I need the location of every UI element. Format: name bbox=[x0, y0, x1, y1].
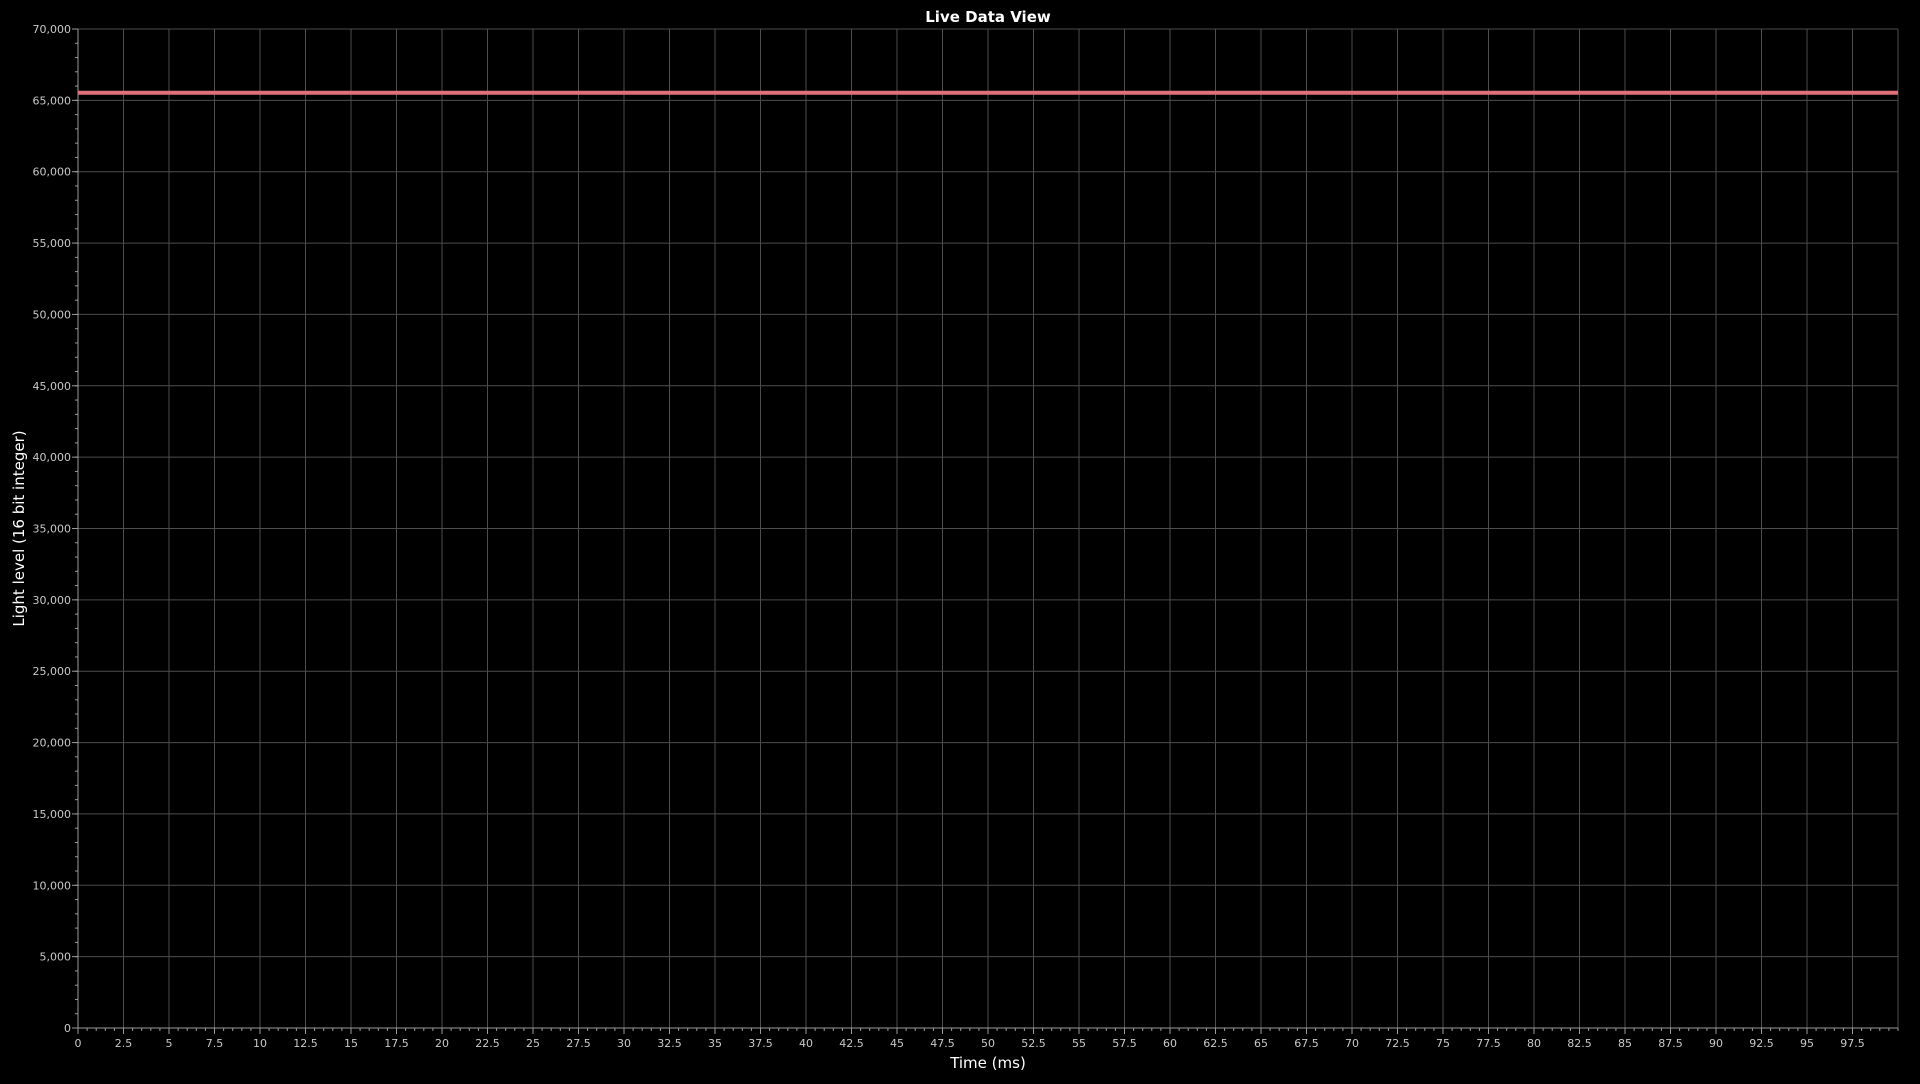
y-tick-label: 40,000 bbox=[33, 451, 72, 464]
x-tick-label: 50 bbox=[981, 1037, 995, 1050]
x-tick-label: 90 bbox=[1709, 1037, 1723, 1050]
x-tick-label: 35 bbox=[708, 1037, 722, 1050]
x-tick-label: 42.5 bbox=[839, 1037, 864, 1050]
chart-container: 0 5,000 10,000 15,000 20,000 25,000 30,000 35,0… bbox=[0, 0, 1920, 1080]
y-axis-label: Light level (16 bit integer) bbox=[10, 430, 28, 626]
x-tick-label: 52.5 bbox=[1021, 1037, 1046, 1050]
x-tick-label: 20 bbox=[435, 1037, 449, 1050]
x-tick-label: 5 bbox=[166, 1037, 173, 1050]
x-tick-label: 65 bbox=[1254, 1037, 1268, 1050]
x-tick-label: 12.5 bbox=[293, 1037, 318, 1050]
x-tick-label: 95 bbox=[1800, 1037, 1814, 1050]
x-tick-label: 27.5 bbox=[566, 1037, 591, 1050]
x-tick-label: 30 bbox=[617, 1037, 631, 1050]
x-tick-label: 55 bbox=[1072, 1037, 1086, 1050]
y-tick-label: 10,000 bbox=[33, 879, 72, 892]
x-tick-label: 67.5 bbox=[1294, 1037, 1319, 1050]
y-tick-label: 45,000 bbox=[33, 380, 72, 393]
x-tick-label: 70 bbox=[1345, 1037, 1359, 1050]
x-tick-label: 92.5 bbox=[1749, 1037, 1774, 1050]
x-tick-label: 82.5 bbox=[1567, 1037, 1592, 1050]
x-tick-label: 57.5 bbox=[1112, 1037, 1137, 1050]
x-axis-label: Time (ms) bbox=[949, 1054, 1026, 1072]
y-tick-label: 50,000 bbox=[33, 308, 72, 321]
x-tick-label: 37.5 bbox=[748, 1037, 773, 1050]
y-tick-label: 20,000 bbox=[33, 737, 72, 750]
x-tick-label: 80 bbox=[1527, 1037, 1541, 1050]
x-tick-label: 75 bbox=[1436, 1037, 1450, 1050]
y-tick-label: 0 bbox=[64, 1022, 71, 1035]
x-tick-label: 47.5 bbox=[930, 1037, 955, 1050]
x-tick-label: 0 bbox=[75, 1037, 82, 1050]
x-tick-label: 97.5 bbox=[1840, 1037, 1865, 1050]
y-tick-label: 55,000 bbox=[33, 237, 72, 250]
x-tick-label: 2.5 bbox=[115, 1037, 133, 1050]
x-tick-label: 22.5 bbox=[475, 1037, 500, 1050]
x-tick-label: 10 bbox=[253, 1037, 267, 1050]
y-tick-label: 60,000 bbox=[33, 166, 72, 179]
y-tick-label: 30,000 bbox=[33, 594, 72, 607]
y-tick-label: 25,000 bbox=[33, 665, 72, 678]
y-tick-label: 15,000 bbox=[33, 808, 72, 821]
y-tick-label: 35,000 bbox=[33, 523, 72, 536]
x-tick-label: 72.5 bbox=[1385, 1037, 1410, 1050]
x-tick-label: 45 bbox=[890, 1037, 904, 1050]
y-tick-label: 65,000 bbox=[33, 94, 72, 107]
chart-background bbox=[0, 0, 1920, 1080]
x-tick-label: 15 bbox=[344, 1037, 358, 1050]
x-tick-label: 77.5 bbox=[1476, 1037, 1501, 1050]
chart-title: Live Data View bbox=[925, 8, 1051, 26]
x-tick-label: 60 bbox=[1163, 1037, 1177, 1050]
y-tick-label: 70,000 bbox=[33, 23, 72, 36]
x-tick-label: 40 bbox=[799, 1037, 813, 1050]
major-gridlines bbox=[77, 28, 1899, 1029]
x-tick-label: 25 bbox=[526, 1037, 540, 1050]
x-tick-label: 62.5 bbox=[1203, 1037, 1228, 1050]
live-data-chart: 0 5,000 10,000 15,000 20,000 25,000 30,000 35,0… bbox=[0, 0, 1920, 1080]
x-tick-label: 7.5 bbox=[206, 1037, 224, 1050]
y-tick-label: 5,000 bbox=[40, 951, 72, 964]
x-tick-label: 85 bbox=[1618, 1037, 1632, 1050]
x-tick-label: 17.5 bbox=[384, 1037, 409, 1050]
x-tick-label: 87.5 bbox=[1658, 1037, 1683, 1050]
x-tick-label: 32.5 bbox=[657, 1037, 682, 1050]
